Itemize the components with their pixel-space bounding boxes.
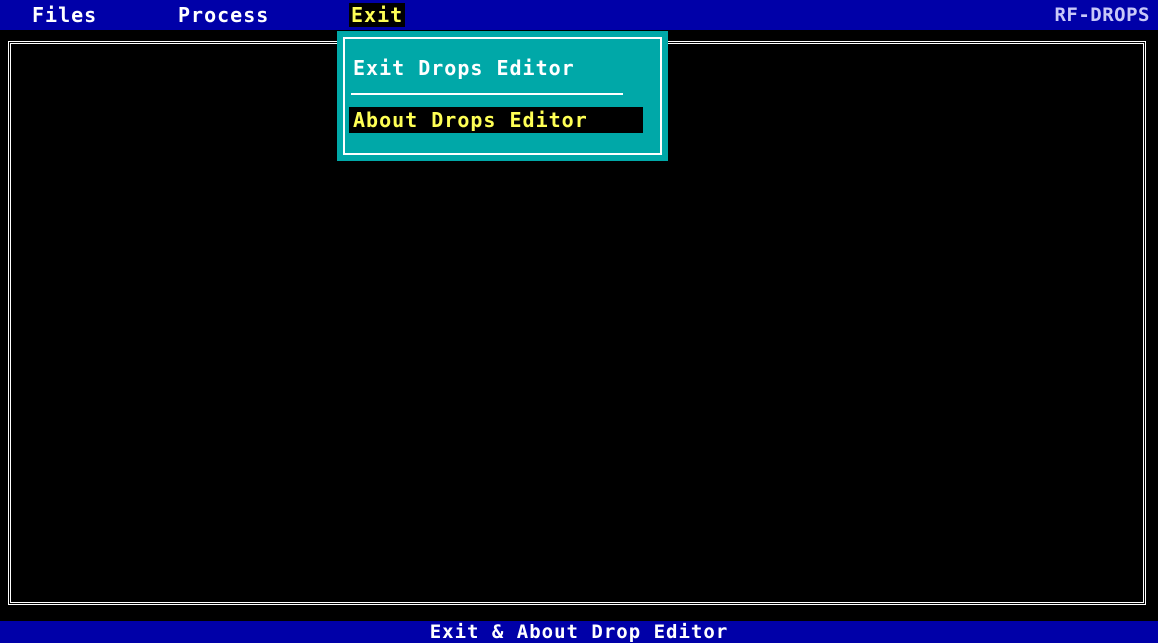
menu-divider: [351, 93, 623, 95]
menu-files[interactable]: Files: [30, 3, 99, 27]
app-title: RF-DROPS: [1054, 4, 1150, 26]
about-drops-editor-option[interactable]: About Drops Editor: [349, 107, 643, 133]
exit-dropdown-menu: Exit Drops Editor About Drops Editor: [337, 31, 668, 161]
menu-exit[interactable]: Exit: [349, 3, 406, 27]
menu-process[interactable]: Process: [176, 3, 271, 27]
status-text: Exit & About Drop Editor: [429, 621, 729, 643]
status-bar: Exit & About Drop Editor: [0, 621, 1158, 643]
menu-bar: Files Process Exit RF-DROPS: [0, 0, 1158, 30]
exit-drops-editor-option[interactable]: Exit Drops Editor: [349, 55, 579, 81]
